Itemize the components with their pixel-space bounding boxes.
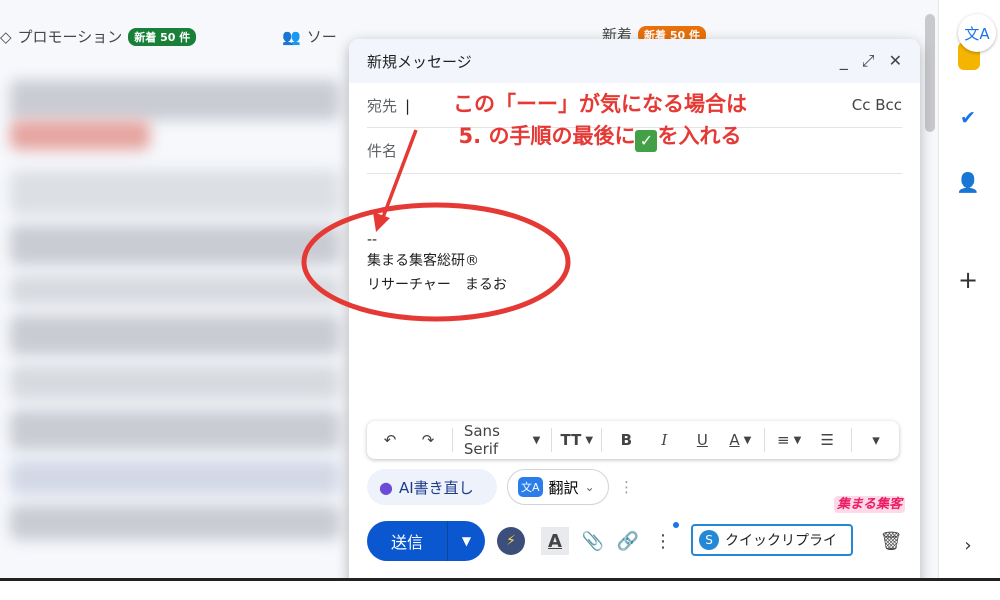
annotation-line1: この「ーー」が気になる場合は (453, 92, 747, 116)
window-bottom-edge (0, 578, 1000, 600)
highlight-circle (301, 202, 571, 322)
check-mark-icon: ✓ (635, 130, 658, 152)
annotation-line2: 5. の手順の最後に ✓ を入れる (458, 124, 742, 152)
arrow-head (373, 212, 390, 232)
